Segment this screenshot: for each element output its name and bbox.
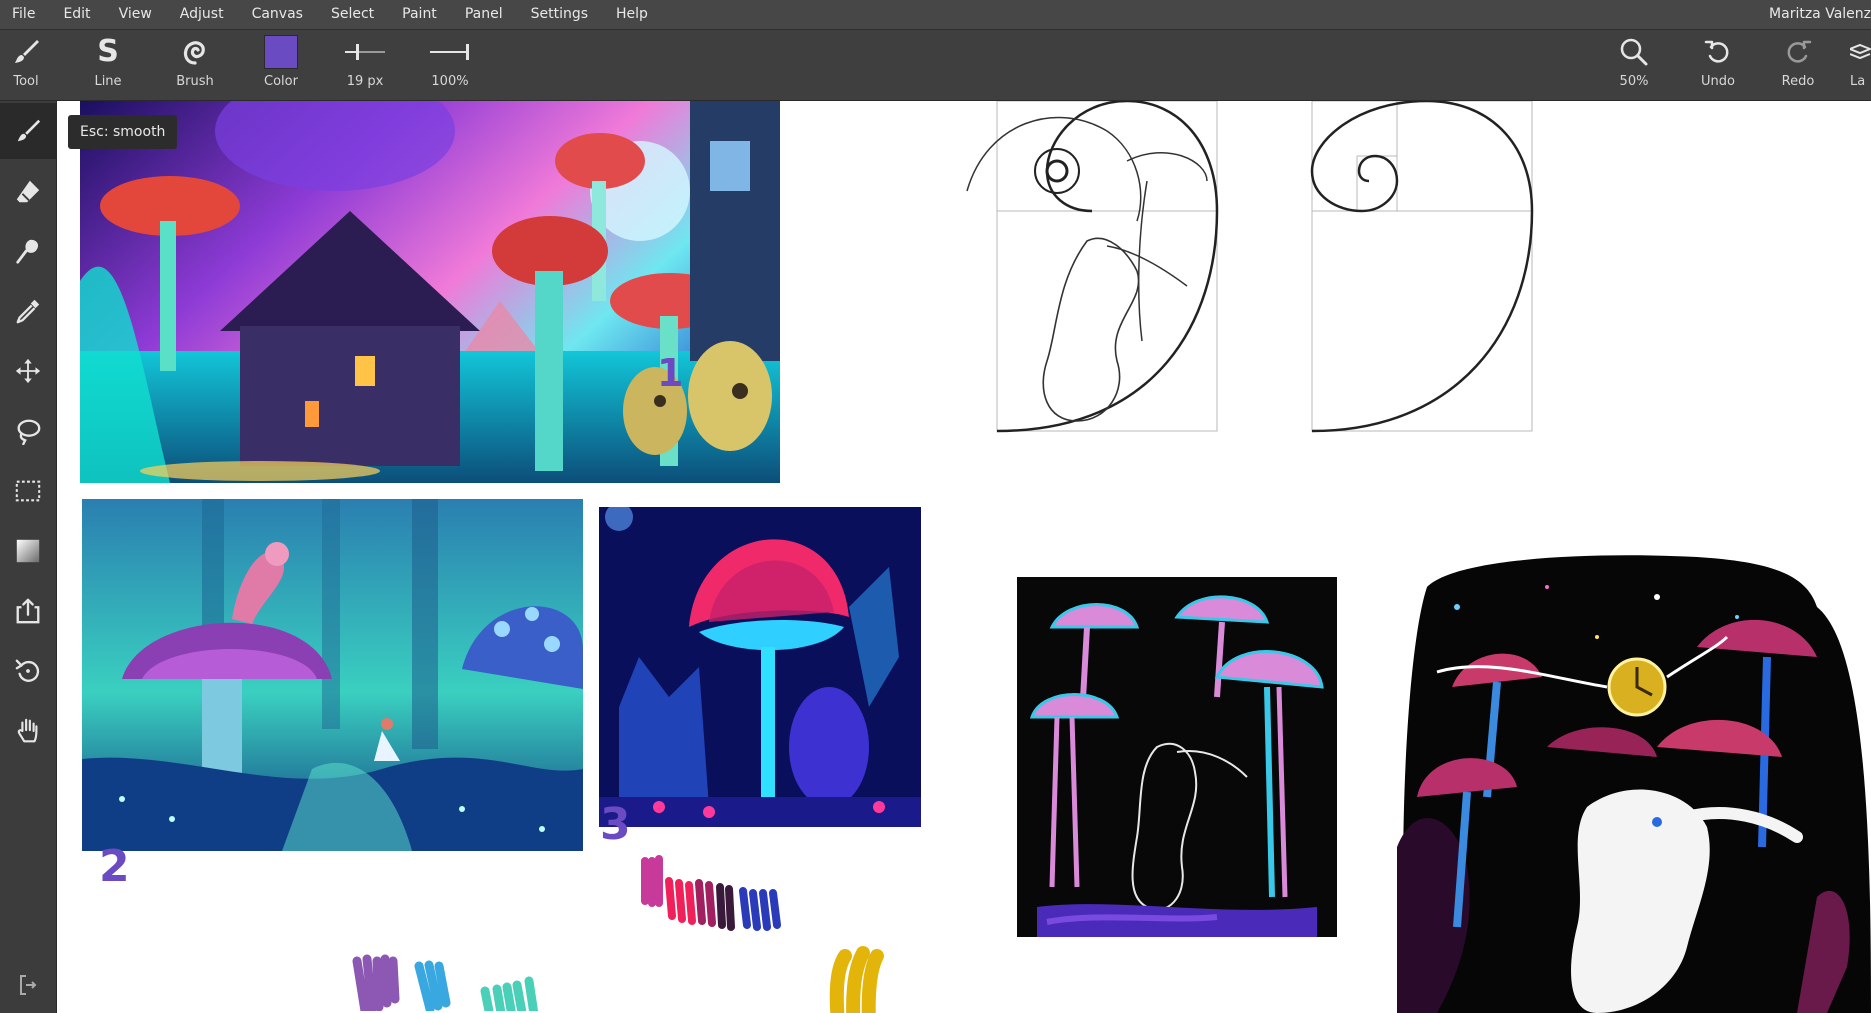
menu-panel[interactable]: Panel: [451, 0, 517, 29]
brush-tool[interactable]: [0, 103, 56, 159]
smudge-tool[interactable]: [0, 223, 56, 279]
sign-out-icon: [20, 975, 37, 995]
hand-tool[interactable]: [0, 703, 56, 759]
line-label: Line: [94, 74, 122, 89]
magnifier-icon: [1620, 38, 1648, 66]
undo-label: Undo: [1701, 74, 1735, 89]
redo-label: Redo: [1781, 74, 1815, 89]
collapse-panel-button[interactable]: [0, 957, 56, 1013]
color-swatch-scribbles: [352, 855, 781, 1011]
move-tool[interactable]: [0, 343, 56, 399]
size-label: 19 px: [346, 74, 384, 89]
gradient-icon: [16, 539, 40, 563]
menu-canvas[interactable]: Canvas: [238, 0, 317, 29]
rotate-icon: [15, 659, 40, 682]
menu-view[interactable]: View: [105, 0, 166, 29]
move-icon: [15, 358, 41, 384]
export-icon: [16, 598, 40, 624]
eraser-tool[interactable]: [0, 163, 56, 219]
yellow-swatch-scribble: [829, 946, 884, 1013]
brush-icon: [15, 40, 39, 63]
sketch-mark-2: 2: [99, 841, 130, 892]
layers-icon: [1850, 43, 1871, 60]
tool-button[interactable]: Tool: [0, 30, 52, 100]
hand-icon: [17, 718, 38, 743]
opacity-label: 100%: [431, 74, 469, 89]
undo-button[interactable]: Undo: [1696, 30, 1740, 100]
brush-icon: [17, 119, 41, 142]
gradient-tool[interactable]: [0, 523, 56, 579]
zoom-label: 50%: [1619, 74, 1649, 89]
lasso-icon: [17, 419, 41, 445]
menu-file[interactable]: File: [0, 0, 49, 29]
export-tool[interactable]: [0, 583, 56, 639]
line-button[interactable]: S Line: [86, 30, 130, 100]
menu-settings[interactable]: Settings: [517, 0, 602, 29]
color-label: Color: [264, 74, 298, 89]
reference-image-mushroom-village: [80, 101, 780, 483]
redo-button[interactable]: Redo: [1776, 30, 1820, 100]
user-name[interactable]: Maritza Valenz: [1769, 0, 1871, 29]
undo-icon: [1704, 40, 1729, 63]
brush-label: Brush: [176, 74, 214, 89]
sketch-golden-spiral: [1310, 101, 1534, 433]
color-button[interactable]: Color: [256, 30, 306, 100]
menu-edit[interactable]: Edit: [49, 0, 104, 29]
drawing-canvas[interactable]: 1 2 3: [57, 101, 1871, 1013]
tool-label: Tool: [13, 74, 39, 89]
layers-label: La: [1850, 74, 1866, 89]
toolbar: Tool S Line Brush Color 19 px 100% 50% U…: [0, 30, 1871, 101]
zoom-button[interactable]: 50%: [1612, 30, 1656, 100]
reference-image-neon-mushroom: [599, 507, 921, 827]
sketch-mark-1: 1: [657, 351, 684, 395]
sketch-dark-mushrooms-rabbit: [1017, 577, 1337, 937]
lasso-tool[interactable]: [0, 403, 56, 459]
sketch-rabbit-spiral: [966, 101, 1219, 433]
size-slider[interactable]: 19 px: [338, 30, 392, 100]
rotate-tool[interactable]: [0, 643, 56, 699]
brush-button[interactable]: Brush: [170, 30, 220, 100]
reference-image-caterpillar-forest: [82, 499, 583, 851]
brush-tooltip: Esc: smooth: [68, 115, 178, 149]
smudge-icon: [16, 239, 39, 264]
menu-adjust[interactable]: Adjust: [166, 0, 238, 29]
tools-sidebar: [0, 101, 57, 1013]
eyedropper-icon: [16, 299, 40, 324]
opacity-slider[interactable]: 100%: [426, 30, 474, 100]
rect-select-icon: [15, 480, 41, 502]
eraser-icon: [16, 180, 40, 203]
layers-button[interactable]: La: [1850, 30, 1871, 100]
menu-bar: File Edit View Adjust Canvas Select Pain…: [0, 0, 1871, 30]
rect-select-tool[interactable]: [0, 463, 56, 519]
size-slider-icon: [345, 44, 385, 60]
menu-help[interactable]: Help: [602, 0, 662, 29]
painting-rabbit-golden-clock: [1397, 555, 1871, 1013]
line-icon: S: [97, 34, 119, 69]
menu-paint[interactable]: Paint: [388, 0, 451, 29]
color-swatch: [264, 35, 298, 69]
menu-select[interactable]: Select: [317, 0, 388, 29]
opacity-slider-icon: [430, 44, 469, 60]
redo-icon: [1787, 40, 1812, 63]
eyedropper-tool[interactable]: [0, 283, 56, 339]
brush-preset-icon: [183, 41, 205, 65]
